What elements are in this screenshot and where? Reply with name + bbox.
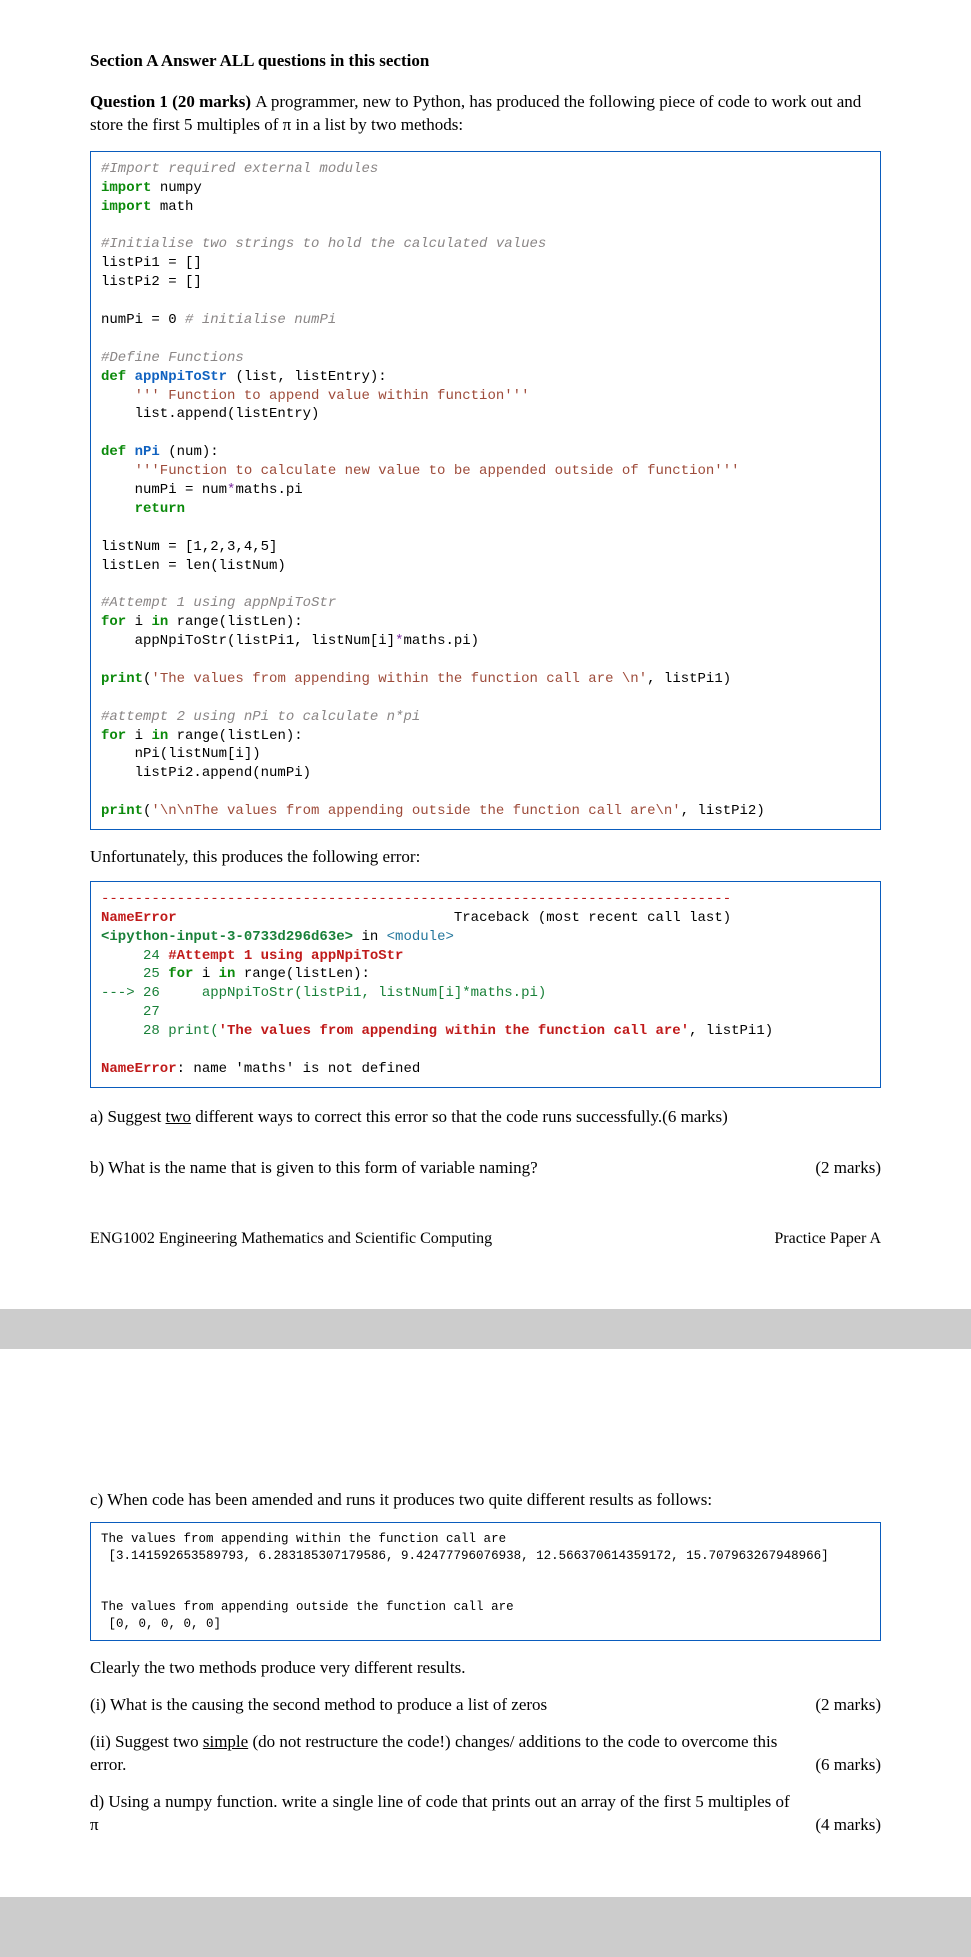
footer-course: ENG1002 Engineering Mathematics and Scie… <box>90 1228 492 1250</box>
section-a-heading: Section A Answer ALL questions in this s… <box>90 50 881 73</box>
code-block-output: The values from appending within the fun… <box>90 1522 881 1641</box>
question-1b-marks: (2 marks) <box>815 1157 881 1180</box>
question-1a: a) Suggest two different ways to correct… <box>90 1106 881 1129</box>
footer-paper: Practice Paper A <box>774 1228 881 1250</box>
question-1b: b) What is the name that is given to thi… <box>90 1157 881 1180</box>
question-1-body-b: in a list by two methods: <box>291 115 463 134</box>
question-1-lead: Question 1 (20 marks) <box>90 92 255 111</box>
question-1-prompt: Question 1 (20 marks) A programmer, new … <box>90 91 881 137</box>
document-page-2: c) When code has been amended and runs i… <box>0 1349 971 1897</box>
code-block-source: #Import required external modules import… <box>90 151 881 830</box>
question-1c-lead: c) When code has been amended and runs i… <box>90 1489 881 1512</box>
question-1c-ii-text: (ii) Suggest two simple (do not restruct… <box>90 1731 795 1777</box>
question-1b-text: b) What is the name that is given to thi… <box>90 1157 538 1180</box>
question-1c-i-marks: (2 marks) <box>815 1694 881 1717</box>
error-lead-text: Unfortunately, this produces the followi… <box>90 846 881 869</box>
document-page-1: Section A Answer ALL questions in this s… <box>0 0 971 1309</box>
question-1d: d) Using a numpy function. write a singl… <box>90 1791 881 1837</box>
pi-symbol: π <box>283 115 292 134</box>
question-1c-i: (i) What is the causing the second metho… <box>90 1694 881 1717</box>
question-1c-ii-marks: (6 marks) <box>815 1754 881 1777</box>
question-1d-marks: (4 marks) <box>815 1814 881 1837</box>
question-1c-ii: (ii) Suggest two simple (do not restruct… <box>90 1731 881 1777</box>
page-footer: ENG1002 Engineering Mathematics and Scie… <box>90 1228 881 1250</box>
question-1c-i-text: (i) What is the causing the second metho… <box>90 1694 547 1717</box>
clearly-text: Clearly the two methods produce very dif… <box>90 1657 881 1680</box>
code-block-error: ----------------------------------------… <box>90 881 881 1088</box>
question-1d-text: d) Using a numpy function. write a singl… <box>90 1791 795 1837</box>
